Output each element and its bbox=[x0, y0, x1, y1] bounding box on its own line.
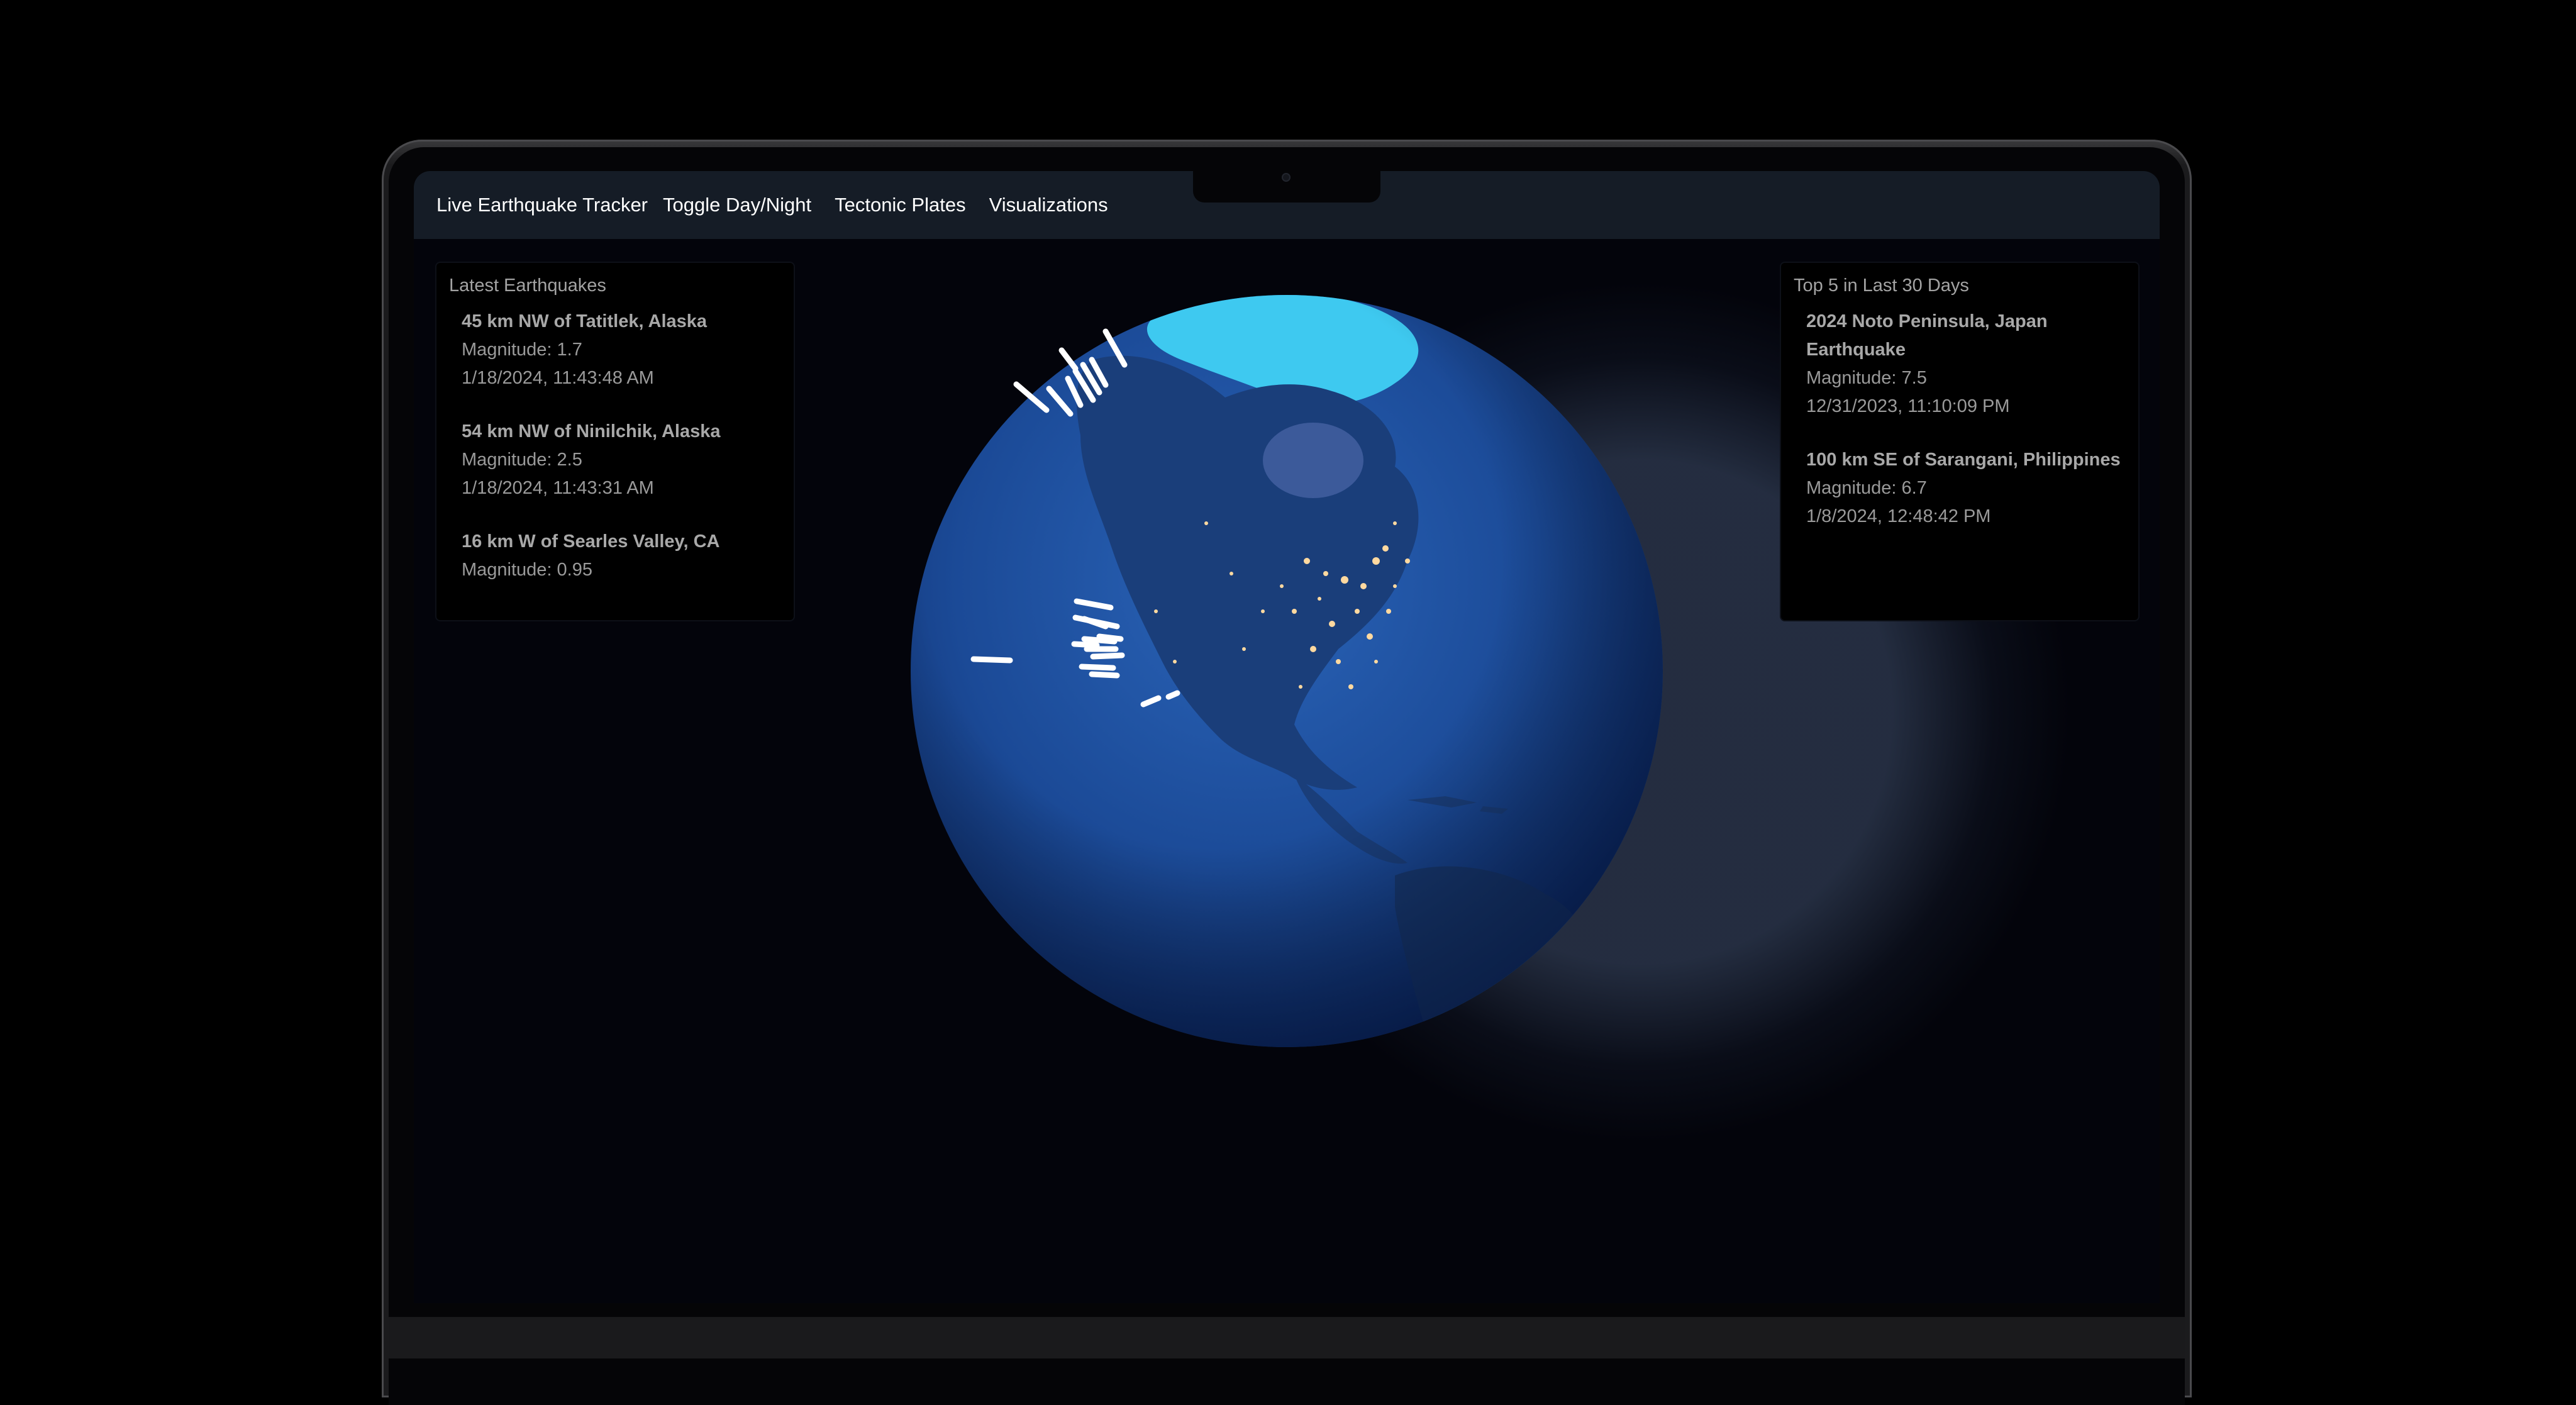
latest-earthquakes-panel: Latest Earthquakes 45 km NW of Tatitlek,… bbox=[436, 263, 794, 620]
quake-list-item[interactable]: 45 km NW of Tatitlek, Alaska Magnitude: … bbox=[449, 308, 781, 392]
quake-magnitude: Magnitude: 7.5 bbox=[1806, 368, 1927, 388]
quake-time: 1/18/2024, 11:43:31 AM bbox=[462, 478, 654, 498]
quake-marker bbox=[1079, 664, 1116, 671]
laptop-bottom-edge bbox=[389, 1317, 2185, 1358]
quake-magnitude: Magnitude: 0.95 bbox=[462, 560, 592, 580]
quake-marker bbox=[1090, 652, 1125, 660]
quake-marker bbox=[1071, 641, 1100, 648]
quake-marker bbox=[1096, 633, 1124, 642]
panel-title: Latest Earthquakes bbox=[449, 275, 606, 296]
quake-marker bbox=[1089, 671, 1120, 679]
app-screen: Live Earthquake Tracker Toggle Day/Night… bbox=[414, 171, 2160, 1303]
quake-place: 16 km W of Searles Valley, CA bbox=[462, 531, 720, 552]
quake-list-item[interactable]: 16 km W of Searles Valley, CA Magnitude:… bbox=[449, 528, 781, 584]
quake-magnitude: Magnitude: 6.7 bbox=[1806, 478, 1927, 498]
quake-marker bbox=[1165, 690, 1180, 700]
quake-magnitude: Magnitude: 1.7 bbox=[462, 340, 582, 360]
quake-place: 2024 Noto Peninsula, Japan Earthquake bbox=[1806, 311, 2048, 360]
quake-time: 1/8/2024, 12:48:42 PM bbox=[1806, 506, 1991, 526]
quake-place: 54 km NW of Ninilchik, Alaska bbox=[462, 421, 721, 441]
camera-icon bbox=[1282, 173, 1291, 182]
quake-list-item[interactable]: 54 km NW of Ninilchik, Alaska Magnitude:… bbox=[449, 418, 781, 503]
quake-place: 45 km NW of Tatitlek, Alaska bbox=[462, 311, 708, 331]
quake-marker bbox=[970, 656, 1013, 664]
top5-panel: Top 5 in Last 30 Days 2024 Noto Peninsul… bbox=[1781, 263, 2138, 620]
quake-list-item[interactable]: 100 km SE of Sarangani, Philippines Magn… bbox=[1794, 446, 2126, 531]
panel-title: Top 5 in Last 30 Days bbox=[1794, 275, 1969, 296]
quake-list-item[interactable]: 2024 Noto Peninsula, Japan Earthquake Ma… bbox=[1794, 308, 2126, 421]
quake-time: 1/18/2024, 11:43:48 AM bbox=[462, 368, 654, 388]
quake-time: 12/31/2023, 11:10:09 PM bbox=[1806, 396, 2010, 416]
quake-magnitude: Magnitude: 2.5 bbox=[462, 450, 582, 470]
quake-place: 100 km SE of Sarangani, Philippines bbox=[1806, 450, 2121, 470]
